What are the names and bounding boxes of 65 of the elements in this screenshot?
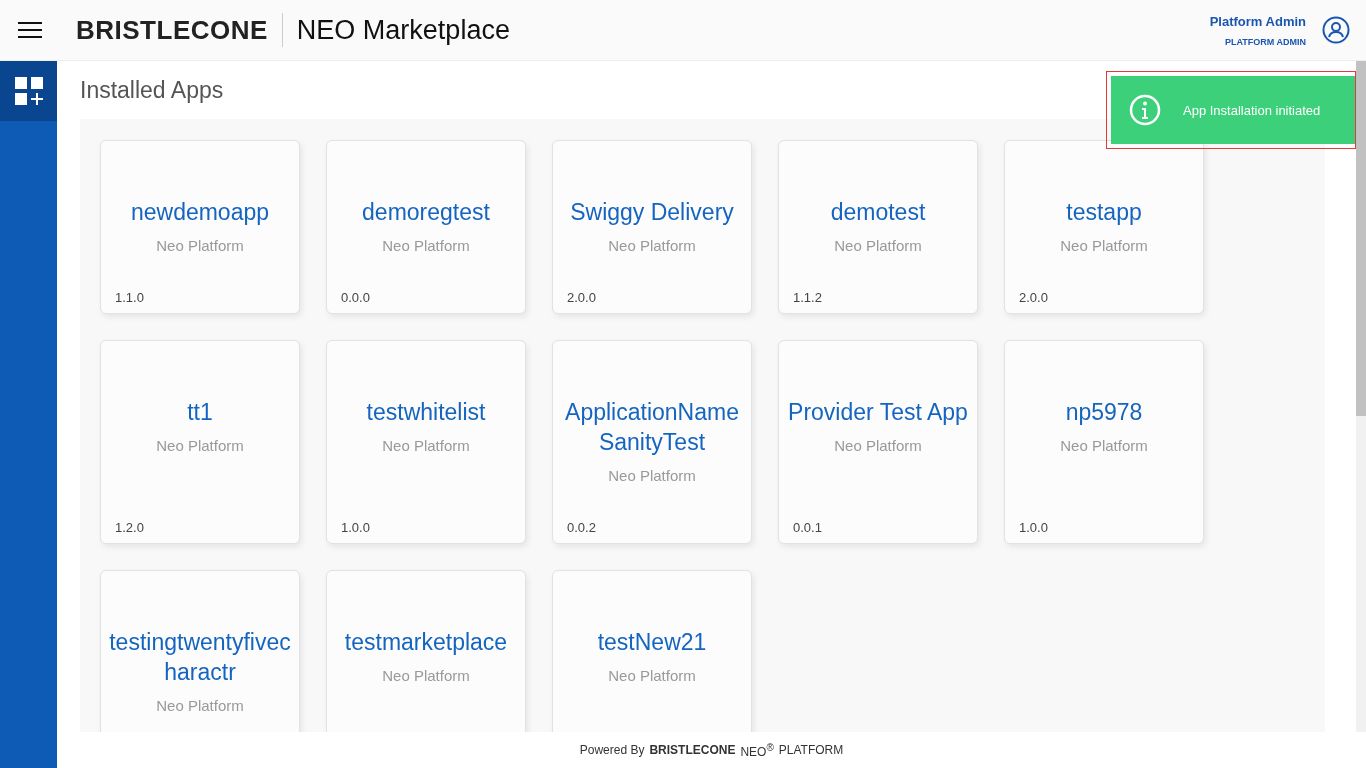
page-title: Installed Apps bbox=[80, 76, 224, 104]
user-role: PLATFORM ADMIN bbox=[1225, 36, 1306, 47]
footer-platform: PLATFORM bbox=[778, 743, 844, 757]
app-provider: Neo Platform bbox=[608, 667, 696, 684]
app-name: demotest bbox=[830, 198, 926, 227]
app-version: 0.0.1 bbox=[792, 519, 822, 535]
add-apps-icon bbox=[13, 76, 44, 106]
app-card[interactable]: newdemoapp Neo Platform 1.1.0 bbox=[100, 140, 300, 314]
info-icon bbox=[1129, 94, 1161, 126]
footer-brand: BRISTLECONE bbox=[649, 743, 736, 757]
app-provider: Neo Platform bbox=[1060, 237, 1148, 254]
app-provider: Neo Platform bbox=[156, 697, 244, 714]
app-provider: Neo Platform bbox=[1060, 437, 1148, 454]
app-name: np5978 bbox=[1065, 398, 1143, 427]
app-name: testmarketplace bbox=[344, 628, 508, 657]
app-version: 1.1.0 bbox=[114, 289, 144, 305]
brand-logo: BRISTLECONE bbox=[76, 14, 268, 46]
app-provider: Neo Platform bbox=[156, 437, 244, 454]
app-name: Swiggy Delivery bbox=[570, 198, 734, 227]
app-provider: Neo Platform bbox=[834, 237, 922, 254]
user-avatar-icon[interactable] bbox=[1322, 16, 1350, 44]
app-provider: Neo Platform bbox=[156, 237, 244, 254]
app-version: 1.1.2 bbox=[792, 289, 822, 305]
app-name: testingtwentyfivecharactr bbox=[108, 628, 292, 687]
app-version: 2.0.0 bbox=[1018, 289, 1048, 305]
app-version: 1.2.0 bbox=[114, 519, 144, 535]
app-card[interactable]: tt1 Neo Platform 1.2.0 bbox=[100, 340, 300, 544]
app-card[interactable]: Provider Test App Neo Platform 0.0.1 bbox=[778, 340, 978, 544]
menu-icon bbox=[18, 21, 42, 39]
app-version: 1.0.0 bbox=[340, 519, 370, 535]
app-title: NEO Marketplace bbox=[296, 14, 510, 46]
app-version: 0.0.2 bbox=[566, 519, 596, 535]
footer-powered-by: Powered By bbox=[579, 743, 645, 757]
app-card[interactable]: testNew21 Neo Platform bbox=[552, 570, 752, 732]
app-name: ApplicationNameSanityTest bbox=[564, 398, 740, 457]
apps-nav-button[interactable] bbox=[0, 61, 57, 121]
app-card[interactable]: Swiggy Delivery Neo Platform 2.0.0 bbox=[552, 140, 752, 314]
app-card[interactable]: testwhitelist Neo Platform 1.0.0 bbox=[326, 340, 526, 544]
toast-message: App Installation initiated bbox=[1183, 102, 1321, 118]
app-name: testNew21 bbox=[597, 628, 707, 657]
app-card[interactable]: testapp Neo Platform 2.0.0 bbox=[1004, 140, 1204, 314]
app-provider: Neo Platform bbox=[834, 437, 922, 454]
app-name: testwhitelist bbox=[366, 398, 486, 427]
app-name: newdemoapp bbox=[130, 198, 270, 227]
app-provider: Neo Platform bbox=[608, 467, 696, 484]
app-provider: Neo Platform bbox=[382, 237, 470, 254]
scrollbar[interactable] bbox=[1356, 61, 1366, 732]
app-card[interactable]: np5978 Neo Platform 1.0.0 bbox=[1004, 340, 1204, 544]
app-version: 0.0.0 bbox=[340, 289, 370, 305]
app-card[interactable]: testmarketplace Neo Platform bbox=[326, 570, 526, 732]
app-provider: Neo Platform bbox=[608, 237, 696, 254]
app-provider: Neo Platform bbox=[382, 667, 470, 684]
app-card[interactable]: demotest Neo Platform 1.1.2 bbox=[778, 140, 978, 314]
user-name[interactable]: Platform Admin bbox=[1209, 13, 1306, 29]
app-card[interactable]: ApplicationNameSanityTest Neo Platform 0.0.2 bbox=[552, 340, 752, 544]
app-card[interactable]: testingtwentyfivecharactr Neo Platform bbox=[100, 570, 300, 732]
app-name: testapp bbox=[1066, 198, 1142, 227]
app-card[interactable]: demoregtest Neo Platform 0.0.0 bbox=[326, 140, 526, 314]
app-version: 1.0.0 bbox=[1018, 519, 1048, 535]
app-provider: Neo Platform bbox=[382, 437, 470, 454]
app-name: demoregtest bbox=[362, 198, 490, 227]
footer-product: NEO$^{®}$ bbox=[740, 741, 774, 759]
app-name: tt1 bbox=[187, 398, 213, 427]
app-name: Provider Test App bbox=[788, 398, 968, 427]
app-version: 2.0.0 bbox=[566, 289, 596, 305]
